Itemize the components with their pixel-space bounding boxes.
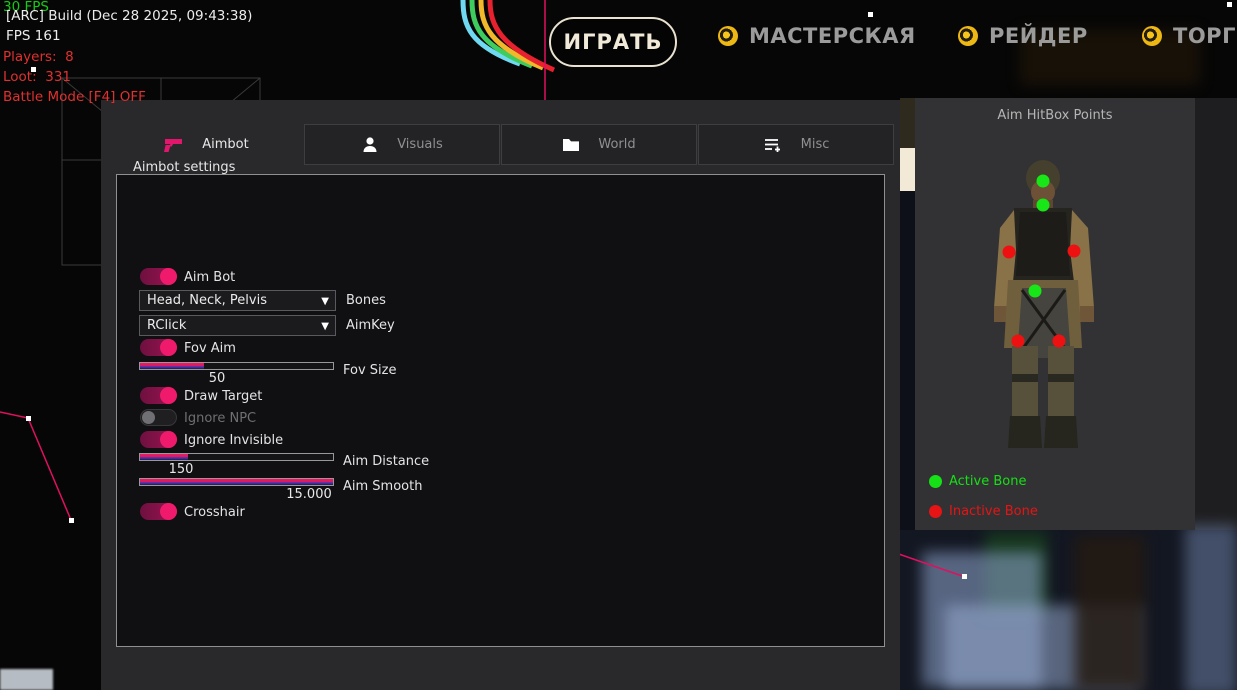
aimkey-label: AimKey: [346, 318, 395, 333]
tab-visuals[interactable]: Visuals: [304, 124, 500, 165]
playlist-add-icon: [763, 137, 783, 153]
aim-bot-toggle[interactable]: [140, 268, 177, 285]
ignore-invisible-toggle[interactable]: [140, 431, 177, 448]
folder-icon: [562, 137, 580, 153]
menu-item-raider[interactable]: РЕЙДЕР: [958, 24, 1088, 48]
hitbox-panel: Aim HitBox Points: [915, 98, 1195, 530]
menu-item-label: ТОРГО: [1173, 24, 1237, 48]
active-bone-dot-icon: [929, 475, 942, 488]
bone-point-right-shoulder[interactable]: [1068, 245, 1081, 258]
bones-select[interactable]: Head, Neck, Pelvis ▼: [139, 290, 336, 311]
tab-label: Visuals: [397, 137, 443, 152]
ignore-npc-toggle[interactable]: [140, 409, 177, 426]
aim-bot-label: Aim Bot: [184, 270, 235, 285]
aim-smooth-slider[interactable]: [139, 478, 334, 486]
tab-label: World: [598, 137, 635, 152]
slider-fill: [140, 454, 188, 460]
tab-label: Misc: [801, 137, 830, 152]
game-screen: ИГРАТЬ МАСТЕРСКАЯ РЕЙДЕР ТОРГО 30 FPS [A…: [0, 0, 1237, 690]
tab-misc[interactable]: Misc: [698, 124, 894, 165]
menu-item-trade[interactable]: ТОРГО: [1142, 24, 1237, 48]
menu-item-label: РЕЙДЕР: [989, 24, 1088, 48]
bone-point-head[interactable]: [1037, 175, 1050, 188]
slider-fill: [140, 479, 333, 485]
hud-loot: Loot: 331: [3, 71, 71, 85]
aim-distance-label: Aim Distance: [343, 454, 429, 469]
coin-icon: [718, 26, 738, 46]
person-icon: [361, 136, 379, 154]
play-button-label: ИГРАТЬ: [564, 30, 663, 54]
inactive-bone-dot-icon: [929, 505, 942, 518]
toggle-knob: [160, 503, 177, 520]
tracer-node: [962, 574, 967, 579]
fov-aim-label: Fov Aim: [184, 341, 236, 356]
toggle-knob: [160, 339, 177, 356]
aim-smooth-value: 15.000: [279, 487, 339, 502]
hud-battle-mode: Battle Mode [F4] OFF: [3, 91, 146, 105]
toggle-knob: [160, 387, 177, 404]
aimbot-settings-group: Aim Bot Head, Neck, Pelvis ▼ Bones RClic…: [116, 174, 885, 647]
coin-icon: [1142, 26, 1162, 46]
fov-aim-toggle[interactable]: [140, 339, 177, 356]
hud-players: Players: 8: [3, 51, 74, 65]
play-button[interactable]: ИГРАТЬ: [549, 17, 677, 67]
menu-item-workshop[interactable]: МАСТЕРСКАЯ: [718, 24, 916, 48]
bg-strip-cream: [900, 148, 915, 191]
bg-light-block: [0, 669, 53, 690]
bone-point-left-knee[interactable]: [1012, 335, 1025, 348]
tab-label: Aimbot: [202, 137, 248, 152]
hitbox-points-layer: [915, 98, 1195, 530]
crosshair-toggle[interactable]: [140, 503, 177, 520]
tracer-node: [1227, 2, 1232, 7]
fov-size-value: 50: [197, 371, 237, 386]
bones-select-value: Head, Neck, Pelvis: [147, 293, 267, 308]
tab-aimbot[interactable]: Aimbot: [108, 124, 304, 165]
legend-label: Inactive Bone: [949, 504, 1038, 519]
legend-inactive-bone: Inactive Bone: [929, 504, 1038, 519]
bone-point-left-shoulder[interactable]: [1003, 246, 1016, 259]
crosshair-label: Crosshair: [184, 505, 245, 520]
menu-item-label: МАСТЕРСКАЯ: [749, 24, 916, 48]
toggle-knob: [160, 431, 177, 448]
bone-point-pelvis[interactable]: [1029, 285, 1042, 298]
cheat-menu-panel: Aimbot Visuals World: [101, 100, 900, 690]
aim-smooth-label: Aim Smooth: [343, 479, 422, 494]
bone-point-neck[interactable]: [1037, 199, 1050, 212]
bg-strip-olive: [900, 98, 915, 148]
ignore-invisible-label: Ignore Invisible: [184, 433, 283, 448]
legend-label: Active Bone: [949, 474, 1026, 489]
bones-label: Bones: [346, 293, 386, 308]
esp-hud: 30 FPS [ARC] Build (Dec 28 2025, 09:43:3…: [3, 0, 20, 108]
hud-build-info: [ARC] Build (Dec 28 2025, 09:43:38): [6, 10, 252, 24]
tracer-node: [868, 12, 873, 17]
ignore-npc-label: Ignore NPC: [184, 411, 256, 426]
toggle-knob: [142, 411, 155, 424]
draw-target-label: Draw Target: [184, 389, 262, 404]
group-title: Aimbot settings: [127, 161, 241, 174]
bone-point-right-knee[interactable]: [1053, 335, 1066, 348]
bg-right-strip: [1195, 98, 1237, 530]
fov-size-slider[interactable]: [139, 362, 334, 370]
legend-active-bone: Active Bone: [929, 474, 1026, 489]
aimkey-select-value: RClick: [147, 318, 186, 333]
coin-icon: [958, 26, 978, 46]
aim-distance-value: 150: [161, 462, 201, 477]
pistol-icon: [163, 137, 184, 153]
chevron-down-icon: ▼: [321, 317, 329, 336]
bg-blue-glow-3: [1185, 525, 1237, 690]
hud-fps: FPS 161: [6, 30, 61, 44]
fov-size-label: Fov Size: [343, 363, 396, 378]
tab-world[interactable]: World: [501, 124, 697, 165]
tracer-node: [69, 518, 74, 523]
bg-strip-navy: [900, 191, 915, 530]
slider-fill: [140, 363, 204, 369]
aim-distance-slider[interactable]: [139, 453, 334, 461]
bg-brown-column: [1075, 535, 1145, 690]
tracer-node: [26, 416, 31, 421]
aimkey-select[interactable]: RClick ▼: [139, 315, 336, 336]
toggle-knob: [160, 268, 177, 285]
draw-target-toggle[interactable]: [140, 387, 177, 404]
chevron-down-icon: ▼: [321, 292, 329, 311]
